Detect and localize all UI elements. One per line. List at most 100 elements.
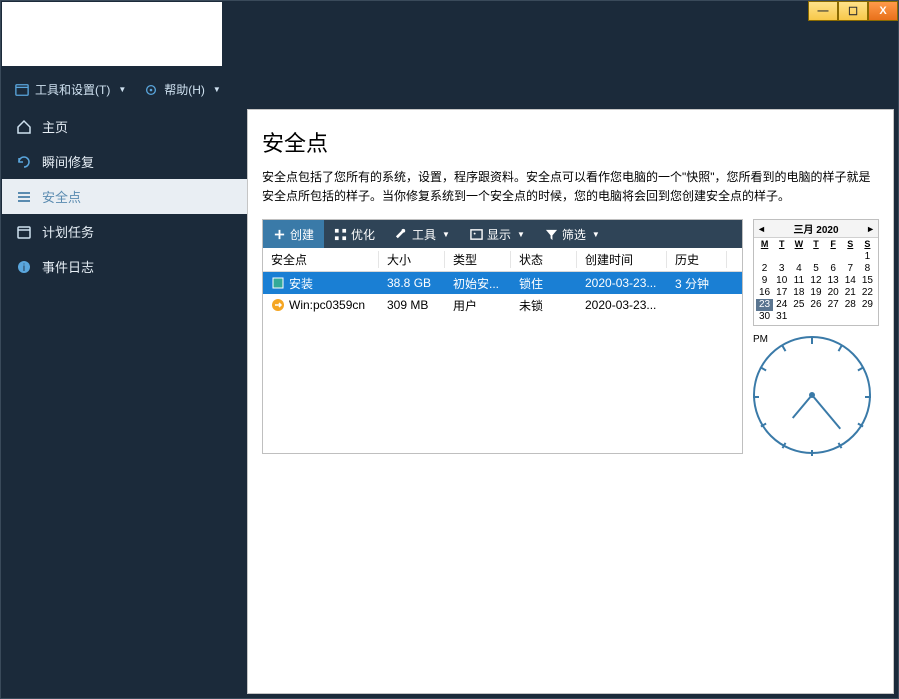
info-icon: i [16, 259, 32, 275]
cell-size: 38.8 GB [379, 276, 445, 290]
calendar-day [773, 251, 790, 263]
refresh-icon [16, 154, 32, 170]
calendar-dow-cell: T [807, 239, 824, 249]
calendar-day[interactable]: 14 [842, 275, 859, 287]
close-button[interactable]: X [868, 1, 898, 21]
calendar-next[interactable]: ► [866, 224, 875, 234]
col-size[interactable]: 大小 [379, 251, 445, 268]
calendar-day[interactable]: 22 [859, 287, 876, 299]
calendar-day[interactable]: 13 [825, 275, 842, 287]
home-icon [16, 119, 32, 135]
cell-name: 安装 [289, 275, 313, 292]
clock-tick [838, 443, 843, 449]
calendar-prev[interactable]: ◄ [757, 224, 766, 234]
sidebar-item-restore[interactable]: 瞬间修复 [2, 144, 247, 179]
calendar-day [756, 251, 773, 263]
side-panel: ◄ 三月 2020 ► MTWTFSS 12345678910111213141… [753, 219, 879, 454]
clock-minute-hand [811, 395, 841, 430]
menu-label: 帮助(H) [164, 81, 205, 98]
calendar-day[interactable]: 16 [756, 287, 773, 299]
window-controls: — ☐ X [808, 1, 898, 21]
table-header: 安全点 大小 类型 状态 创建时间 历史 [263, 248, 742, 272]
minimize-button[interactable]: — [808, 1, 838, 21]
col-history[interactable]: 历史 [667, 251, 727, 268]
toolbar: 创建 优化 工具 ▼ 显示 ▼ [263, 220, 742, 248]
menu-label: 工具和设置(T) [35, 81, 110, 98]
clock-area: PM [753, 336, 879, 454]
col-created[interactable]: 创建时间 [577, 251, 667, 268]
grid-icon [334, 228, 347, 241]
calendar-day[interactable]: 31 [773, 311, 790, 323]
calendar-day [807, 251, 824, 263]
calendar-day[interactable]: 19 [807, 287, 824, 299]
calendar-dow-cell: S [842, 239, 859, 249]
cell-state: 锁住 [511, 275, 577, 292]
calendar-day[interactable]: 2 [756, 263, 773, 275]
cell-state: 未锁 [511, 297, 577, 314]
calendar: ◄ 三月 2020 ► MTWTFSS 12345678910111213141… [753, 219, 879, 326]
calendar-day[interactable]: 21 [842, 287, 859, 299]
optimize-button[interactable]: 优化 [324, 220, 385, 248]
calendar-day[interactable]: 5 [807, 263, 824, 275]
sidebar-item-label: 安全点 [42, 187, 81, 206]
filter-button[interactable]: 筛选 ▼ [535, 220, 610, 248]
table-body: 安装38.8 GB初始安...锁住2020-03-23...3 分钟Win:pc… [263, 272, 742, 316]
calendar-day[interactable]: 23 [756, 299, 773, 311]
sidebar-item-home[interactable]: 主页 [2, 109, 247, 144]
tools-settings-menu[interactable]: 工具和设置(T) ▼ [15, 81, 126, 98]
tools-button[interactable]: 工具 ▼ [385, 220, 460, 248]
cell-name: Win:pc0359cn [289, 298, 365, 312]
table-row[interactable]: Win:pc0359cn309 MB用户未锁2020-03-23... [263, 294, 742, 316]
calendar-day[interactable]: 28 [842, 299, 859, 311]
calendar-day[interactable]: 1 [859, 251, 876, 263]
col-snapshot[interactable]: 安全点 [263, 251, 379, 268]
calendar-day[interactable]: 8 [859, 263, 876, 275]
calendar-day[interactable]: 9 [756, 275, 773, 287]
calendar-day[interactable]: 11 [790, 275, 807, 287]
col-type[interactable]: 类型 [445, 251, 511, 268]
sidebar-item-label: 瞬间修复 [42, 152, 94, 171]
list-icon [16, 189, 32, 205]
create-button[interactable]: 创建 [263, 220, 324, 248]
calendar-day[interactable]: 4 [790, 263, 807, 275]
calendar-day[interactable]: 30 [756, 311, 773, 323]
calendar-day[interactable]: 6 [825, 263, 842, 275]
calendar-day[interactable]: 15 [859, 275, 876, 287]
calendar-day[interactable]: 26 [807, 299, 824, 311]
calendar-day[interactable]: 27 [825, 299, 842, 311]
calendar-day[interactable]: 10 [773, 275, 790, 287]
calendar-day [825, 251, 842, 263]
clock-hour-hand [792, 395, 813, 419]
maximize-button[interactable]: ☐ [838, 1, 868, 21]
calendar-dow-cell: T [773, 239, 790, 249]
calendar-day[interactable]: 3 [773, 263, 790, 275]
calendar-day [859, 311, 876, 323]
clock-ampm: PM [753, 334, 768, 345]
calendar-day[interactable]: 24 [773, 299, 790, 311]
cell-type: 初始安... [445, 275, 511, 292]
display-button[interactable]: 显示 ▼ [460, 220, 535, 248]
col-state[interactable]: 状态 [511, 251, 577, 268]
cell-created: 2020-03-23... [577, 276, 667, 290]
calendar-day[interactable]: 29 [859, 299, 876, 311]
table-row[interactable]: 安装38.8 GB初始安...锁住2020-03-23...3 分钟 [263, 272, 742, 294]
page-title: 安全点 [262, 126, 879, 158]
calendar-icon [15, 83, 29, 97]
calendar-day [825, 311, 842, 323]
sidebar-item-snapshots[interactable]: 安全点 [2, 179, 247, 214]
sidebar-item-schedule[interactable]: 计划任务 [2, 214, 247, 249]
install-icon [271, 276, 285, 290]
sidebar-item-eventlog[interactable]: i 事件日志 [2, 249, 247, 284]
calendar-day[interactable]: 17 [773, 287, 790, 299]
calendar-day[interactable]: 20 [825, 287, 842, 299]
logo-area [2, 2, 222, 66]
clock-tick [753, 396, 759, 398]
arrow-icon [271, 298, 285, 312]
calendar-day[interactable]: 18 [790, 287, 807, 299]
help-menu[interactable]: 帮助(H) ▼ [144, 81, 221, 98]
calendar-day[interactable]: 7 [842, 263, 859, 275]
calendar-day [842, 251, 859, 263]
calendar-day[interactable]: 12 [807, 275, 824, 287]
calendar-day[interactable]: 25 [790, 299, 807, 311]
clock-tick [857, 367, 863, 372]
